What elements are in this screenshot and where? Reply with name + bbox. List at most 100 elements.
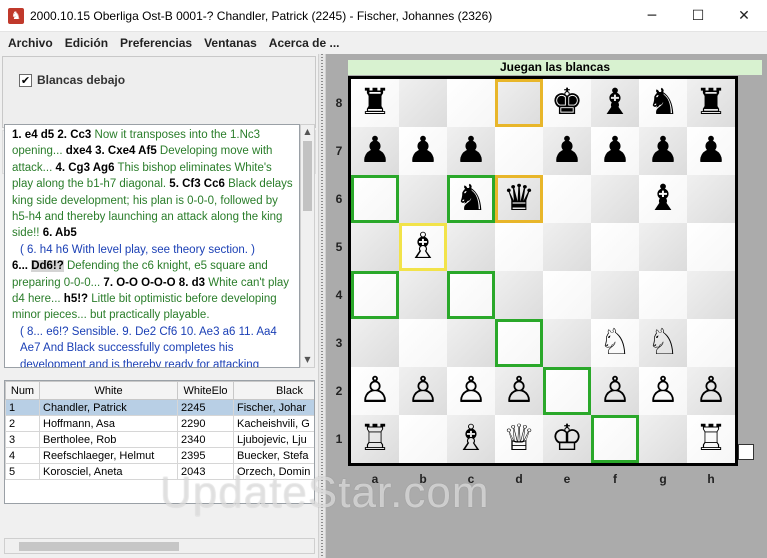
move-text[interactable]: 6... <box>12 260 31 272</box>
square-d4[interactable] <box>495 271 543 319</box>
square-f8[interactable]: ♝ <box>591 79 639 127</box>
square-f5[interactable] <box>591 223 639 271</box>
square-c2[interactable]: ♙ <box>447 367 495 415</box>
chess-piece-icon[interactable]: ♟ <box>543 127 591 175</box>
table-row[interactable]: 2 Hoffmann, Asa 2290 Kacheishvili, G <box>5 415 314 432</box>
scroll-up-icon[interactable]: ▲ <box>301 125 314 139</box>
square-c7[interactable]: ♟ <box>447 127 495 175</box>
variation-text[interactable]: ( 6. h4 h6 With level play, see theory s… <box>20 244 255 256</box>
square-d2[interactable]: ♙ <box>495 367 543 415</box>
move-text[interactable]: h5!? <box>64 293 88 305</box>
square-b6[interactable] <box>399 175 447 223</box>
chess-piece-icon[interactable]: ♙ <box>591 367 639 415</box>
chess-piece-icon[interactable]: ♗ <box>399 223 447 271</box>
square-d7[interactable] <box>495 127 543 175</box>
square-a3[interactable] <box>351 319 399 367</box>
move-text[interactable]: Cxe4 Af5 <box>108 145 157 157</box>
menu-acerca-de[interactable]: Acerca de ... <box>261 36 344 50</box>
square-e7[interactable]: ♟ <box>543 127 591 175</box>
square-c6[interactable]: ♞ <box>447 175 495 223</box>
chess-piece-icon[interactable]: ♟ <box>399 127 447 175</box>
square-h3[interactable] <box>687 319 735 367</box>
square-a8[interactable]: ♜ <box>351 79 399 127</box>
move-text[interactable]: Cc3 <box>70 129 91 141</box>
chess-piece-icon[interactable]: ♞ <box>639 79 687 127</box>
table-row[interactable]: 5 Korosciel, Aneta 2043 Orzech, Domin <box>5 463 314 480</box>
check-icon[interactable]: ✔ <box>19 73 32 87</box>
chess-piece-icon[interactable]: ♗ <box>447 415 495 463</box>
square-h5[interactable] <box>687 223 735 271</box>
chess-piece-icon[interactable]: ♙ <box>399 367 447 415</box>
chess-piece-icon[interactable]: ♜ <box>351 79 399 127</box>
chess-piece-icon[interactable]: ♜ <box>687 79 735 127</box>
menu-edicion[interactable]: Edición <box>57 36 112 50</box>
square-f4[interactable] <box>591 271 639 319</box>
square-b3[interactable] <box>399 319 447 367</box>
move-text[interactable]: 4. Cg3 Ag6 <box>55 162 114 174</box>
notation-scrollbar[interactable]: ▲ ▼ <box>300 124 315 368</box>
chess-piece-icon[interactable]: ♝ <box>591 79 639 127</box>
square-f7[interactable]: ♟ <box>591 127 639 175</box>
square-h2[interactable]: ♙ <box>687 367 735 415</box>
square-a4[interactable] <box>351 271 399 319</box>
square-c3[interactable] <box>447 319 495 367</box>
square-g1[interactable] <box>639 415 687 463</box>
games-horizontal-scrollbar[interactable] <box>4 538 315 554</box>
chess-piece-icon[interactable]: ♞ <box>447 175 495 223</box>
square-e1[interactable]: ♔ <box>543 415 591 463</box>
square-g5[interactable] <box>639 223 687 271</box>
move-text[interactable]: 3. <box>92 145 108 157</box>
column-header[interactable]: Black <box>233 381 314 400</box>
square-e3[interactable] <box>543 319 591 367</box>
white-bottom-checkbox[interactable]: ✔ Blancas debajo <box>19 73 125 87</box>
chess-piece-icon[interactable]: ♘ <box>591 319 639 367</box>
move-text[interactable]: 7. O-O O-O-O 8. d3 <box>103 277 205 289</box>
chess-piece-icon[interactable]: ♝ <box>639 175 687 223</box>
chess-piece-icon[interactable]: ♟ <box>639 127 687 175</box>
chess-piece-icon[interactable]: ♔ <box>543 415 591 463</box>
chess-piece-icon[interactable]: ♙ <box>687 367 735 415</box>
chess-piece-icon[interactable]: ♖ <box>351 415 399 463</box>
column-header[interactable]: Num <box>5 381 40 400</box>
chess-piece-icon[interactable]: ♕ <box>495 415 543 463</box>
scroll-thumb[interactable] <box>19 542 179 551</box>
square-h8[interactable]: ♜ <box>687 79 735 127</box>
menu-preferencias[interactable]: Preferencias <box>112 36 196 50</box>
split-pane-divider[interactable] <box>318 54 326 558</box>
square-e6[interactable] <box>543 175 591 223</box>
table-row[interactable]: 1 Chandler, Patrick 2245 Fischer, Johar <box>5 399 314 416</box>
move-text[interactable]: Dd6!? <box>31 260 64 273</box>
square-h6[interactable] <box>687 175 735 223</box>
chess-piece-icon[interactable]: ♘ <box>639 319 687 367</box>
square-d3[interactable] <box>495 319 543 367</box>
square-f1[interactable] <box>591 415 639 463</box>
move-text[interactable]: 1. <box>12 129 25 141</box>
square-h1[interactable]: ♖ <box>687 415 735 463</box>
scroll-thumb[interactable] <box>303 141 312 211</box>
chess-piece-icon[interactable]: ♟ <box>687 127 735 175</box>
chess-piece-icon[interactable]: ♟ <box>447 127 495 175</box>
move-text[interactable]: 2. <box>54 129 70 141</box>
square-b4[interactable] <box>399 271 447 319</box>
square-c1[interactable]: ♗ <box>447 415 495 463</box>
menu-ventanas[interactable]: Ventanas <box>196 36 261 50</box>
square-b1[interactable] <box>399 415 447 463</box>
square-d1[interactable]: ♕ <box>495 415 543 463</box>
table-row[interactable]: 4 Reefschlaeger, Helmut 2395 Buecker, Stefa <box>5 447 314 464</box>
chess-piece-icon[interactable]: ♙ <box>447 367 495 415</box>
square-a7[interactable]: ♟ <box>351 127 399 175</box>
menu-archivo[interactable]: Archivo <box>0 36 57 50</box>
chess-piece-icon[interactable]: ♛ <box>495 175 543 223</box>
minimize-button[interactable]: ─ <box>629 0 675 32</box>
scroll-down-icon[interactable]: ▼ <box>301 353 314 367</box>
square-d8[interactable] <box>495 79 543 127</box>
column-header[interactable]: White <box>39 381 178 400</box>
square-e2[interactable] <box>543 367 591 415</box>
square-h4[interactable] <box>687 271 735 319</box>
move-text[interactable]: e4 d5 <box>25 129 54 141</box>
square-d5[interactable] <box>495 223 543 271</box>
square-d6[interactable]: ♛ <box>495 175 543 223</box>
square-e4[interactable] <box>543 271 591 319</box>
maximize-button[interactable]: ☐ <box>675 0 721 32</box>
chess-piece-icon[interactable]: ♙ <box>495 367 543 415</box>
